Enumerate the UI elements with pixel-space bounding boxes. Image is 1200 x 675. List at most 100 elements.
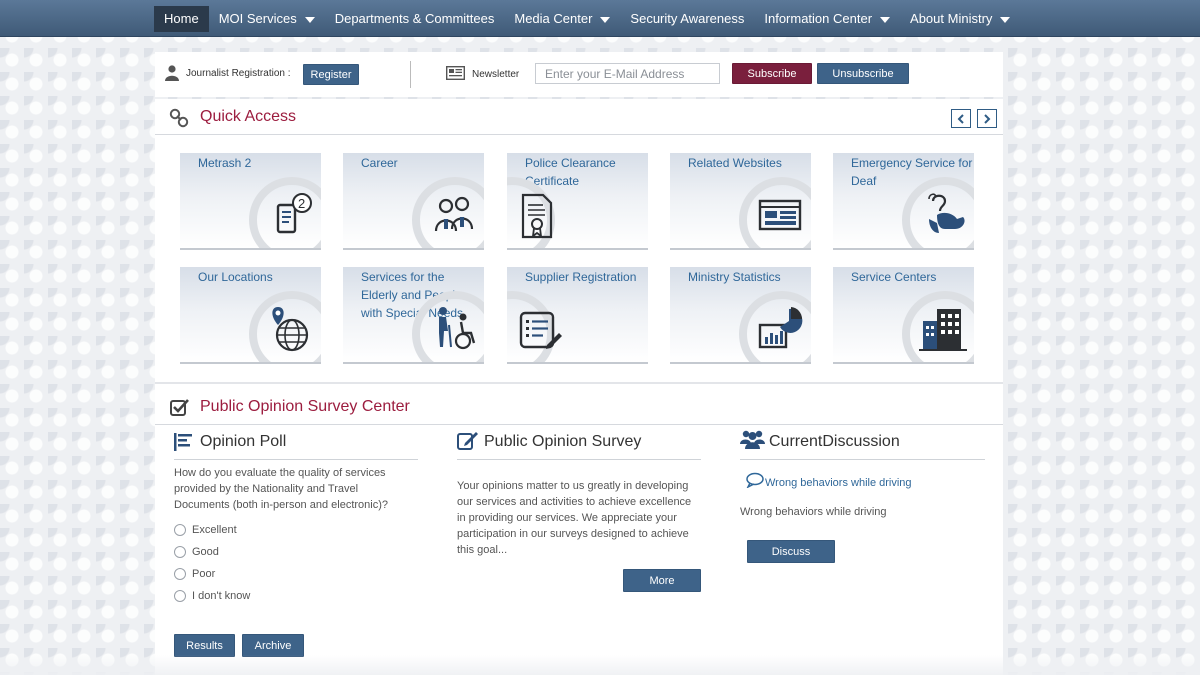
certificate-icon <box>521 193 553 239</box>
checkbox-check-icon <box>170 399 189 416</box>
public-survey-text: Your opinions matter to us greatly in de… <box>457 480 692 556</box>
bottom-fade <box>0 655 1200 675</box>
nav-item-home[interactable]: Home <box>154 6 209 32</box>
poll-option-poor[interactable]: Poor <box>174 568 215 580</box>
divider <box>457 459 701 460</box>
nav-item-departments[interactable]: Departments & Committees <box>325 6 505 32</box>
divider <box>155 382 1003 384</box>
tile-elderly-special-needs[interactable]: Services for the Elderly and People with… <box>343 267 484 364</box>
email-input[interactable] <box>535 63 720 84</box>
tile-label: Our Locations <box>198 270 273 284</box>
chevron-left-icon <box>957 113 964 124</box>
nav-label: Home <box>164 11 199 26</box>
quick-access-title: Quick Access <box>200 108 297 125</box>
results-button[interactable]: Results <box>174 634 235 657</box>
radio-button[interactable] <box>174 546 186 558</box>
option-label: I don't know <box>192 590 251 602</box>
nav-label: Information Center <box>764 11 873 26</box>
supplier-form-icon <box>519 311 562 349</box>
poll-option-good[interactable]: Good <box>174 546 219 558</box>
register-button[interactable]: Register <box>303 64 359 85</box>
link-chain-icon <box>169 108 189 128</box>
nav-item-media-center[interactable]: Media Center <box>504 6 620 32</box>
tile-ministry-statistics[interactable]: Ministry Statistics <box>670 267 811 364</box>
nav-item-security-awareness[interactable]: Security Awareness <box>620 6 754 32</box>
radio-button[interactable] <box>174 590 186 602</box>
discussion-text: Wrong behaviors while driving <box>740 506 887 518</box>
radio-button[interactable] <box>174 568 186 580</box>
opinion-poll-title: Opinion Poll <box>200 433 287 450</box>
unsubscribe-button[interactable]: Unsubscribe <box>817 63 909 84</box>
current-discussion-title: CurrentDiscussion <box>769 433 900 450</box>
speech-bubble-icon <box>746 472 764 488</box>
public-survey-title: Public Opinion Survey <box>484 433 642 450</box>
tile-metrash[interactable]: Metrash 2 2 <box>180 153 321 250</box>
journalist-registration-label: Journalist Registration : <box>186 68 291 79</box>
quick-access-header: Quick Access <box>155 99 1003 135</box>
nav-label: Departments & Committees <box>334 11 495 26</box>
carousel-next-button[interactable] <box>977 109 997 128</box>
tile-supplier-registration[interactable]: Supplier Registration <box>507 267 648 364</box>
chevron-right-icon <box>984 113 991 124</box>
nav-label: MOI Services <box>218 11 297 26</box>
elderly-wheelchair-icon <box>439 307 476 350</box>
tile-police-clearance[interactable]: Police Clearance Certificate <box>507 153 648 250</box>
sign-language-icon <box>928 193 965 233</box>
tile-label: Career <box>361 156 398 170</box>
tile-label: Supplier Registration <box>525 270 637 284</box>
phone-metrash-icon: 2 <box>276 193 312 234</box>
chevron-down-icon <box>880 17 891 23</box>
nav-item-information-center[interactable]: Information Center <box>754 6 900 32</box>
nav-item-moi-services[interactable]: MOI Services <box>209 6 325 32</box>
tile-related-websites[interactable]: Related Websites <box>670 153 811 250</box>
tile-label: Service Centers <box>851 270 937 284</box>
edit-pencil-icon <box>457 432 478 450</box>
group-people-icon <box>740 430 765 449</box>
tile-label: Metrash 2 <box>198 156 252 170</box>
poll-question: How do you evaluate the quality of servi… <box>174 467 389 511</box>
tile-career[interactable]: Career <box>343 153 484 250</box>
globe-location-icon <box>272 307 309 352</box>
chevron-down-icon <box>304 17 315 23</box>
survey-center-title: Public Opinion Survey Center <box>200 398 410 415</box>
radio-button[interactable] <box>174 524 186 536</box>
newsletter-label: Newsletter <box>472 69 520 80</box>
chevron-down-icon <box>600 17 611 23</box>
subscribe-button[interactable]: Subscribe <box>732 63 812 84</box>
newspaper-icon <box>446 66 465 80</box>
tile-service-centers[interactable]: Service Centers <box>833 267 974 364</box>
main-content: Quick Access Metrash 2 2 Career Police C… <box>155 99 1003 675</box>
carousel-prev-button[interactable] <box>951 109 971 128</box>
poll-bars-icon <box>174 433 192 451</box>
discussion-link[interactable]: Wrong behaviors while driving <box>765 477 912 489</box>
option-label: Excellent <box>192 524 237 536</box>
divider <box>410 61 411 88</box>
tile-our-locations[interactable]: Our Locations <box>180 267 321 364</box>
nav-item-about-ministry[interactable]: About Ministry <box>900 6 1020 32</box>
registration-newsletter-bar: Journalist Registration : Register Newsl… <box>155 52 1003 97</box>
nav-menu: Home MOI Services Departments & Committe… <box>154 6 1020 32</box>
option-label: Poor <box>192 568 216 580</box>
discuss-button[interactable]: Discuss <box>747 540 835 563</box>
nav-label: Media Center <box>514 11 593 26</box>
more-button[interactable]: More <box>623 569 701 592</box>
people-career-icon <box>434 196 474 232</box>
statistics-icon <box>758 307 803 349</box>
websites-icon <box>758 199 802 231</box>
poll-option-dont-know[interactable]: I don't know <box>174 590 250 602</box>
chevron-down-icon <box>1000 17 1011 23</box>
divider <box>174 459 418 460</box>
person-icon <box>165 65 179 81</box>
top-navigation-bar: Home MOI Services Departments & Committe… <box>0 0 1200 37</box>
svg-text:2: 2 <box>298 196 305 211</box>
tile-label: Related Websites <box>688 156 782 170</box>
nav-label: Security Awareness <box>630 11 745 26</box>
survey-center-header: Public Opinion Survey Center <box>155 389 1003 425</box>
archive-button[interactable]: Archive <box>242 634 304 657</box>
tile-emergency-deaf[interactable]: Emergency Service for Deaf <box>833 153 974 250</box>
tile-label: Police Clearance Certificate <box>525 156 616 188</box>
tile-label: Ministry Statistics <box>688 270 781 284</box>
nav-label: About Ministry <box>910 11 993 26</box>
building-icon <box>919 309 967 351</box>
poll-option-excellent[interactable]: Excellent <box>174 524 237 536</box>
